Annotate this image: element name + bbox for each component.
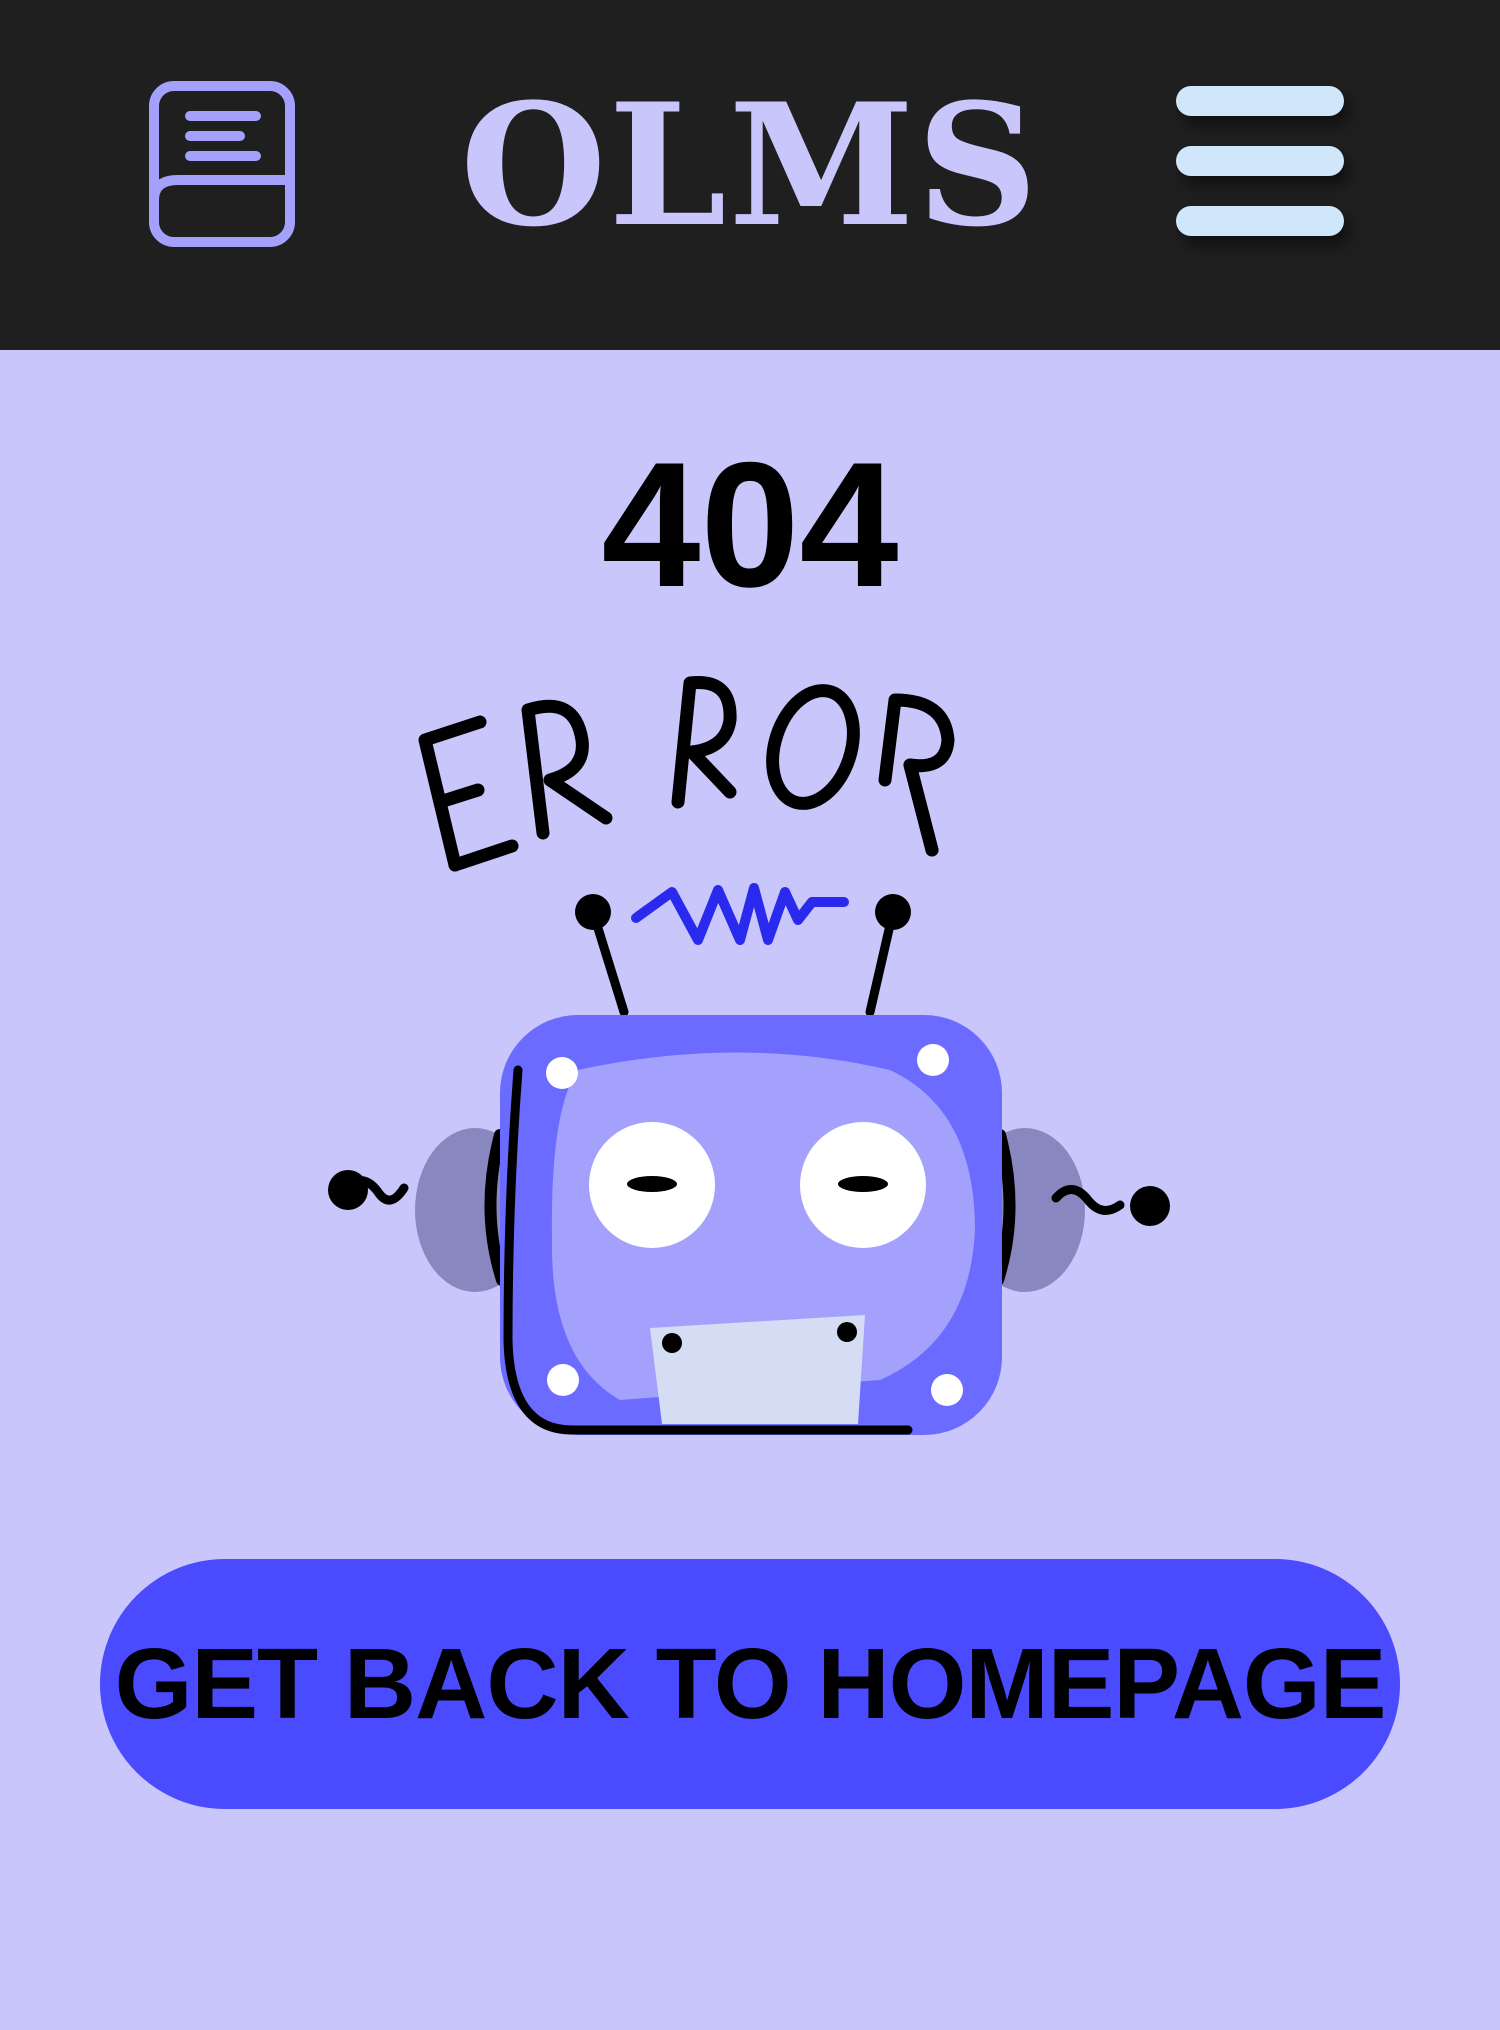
error-lettering xyxy=(418,675,955,872)
back-to-homepage-label: GET BACK TO HOMEPAGE xyxy=(114,1627,1387,1740)
menu-bar xyxy=(1176,206,1344,236)
broken-robot-icon xyxy=(320,640,1180,1440)
error-code: 404 xyxy=(601,425,899,624)
back-to-homepage-button[interactable]: GET BACK TO HOMEPAGE xyxy=(100,1559,1400,1809)
hamburger-menu-icon[interactable] xyxy=(1172,82,1348,242)
spark-icon xyxy=(631,883,849,945)
menu-bar xyxy=(1176,146,1344,176)
menu-bar xyxy=(1176,86,1344,116)
top-navbar: OLMS xyxy=(0,0,1500,350)
